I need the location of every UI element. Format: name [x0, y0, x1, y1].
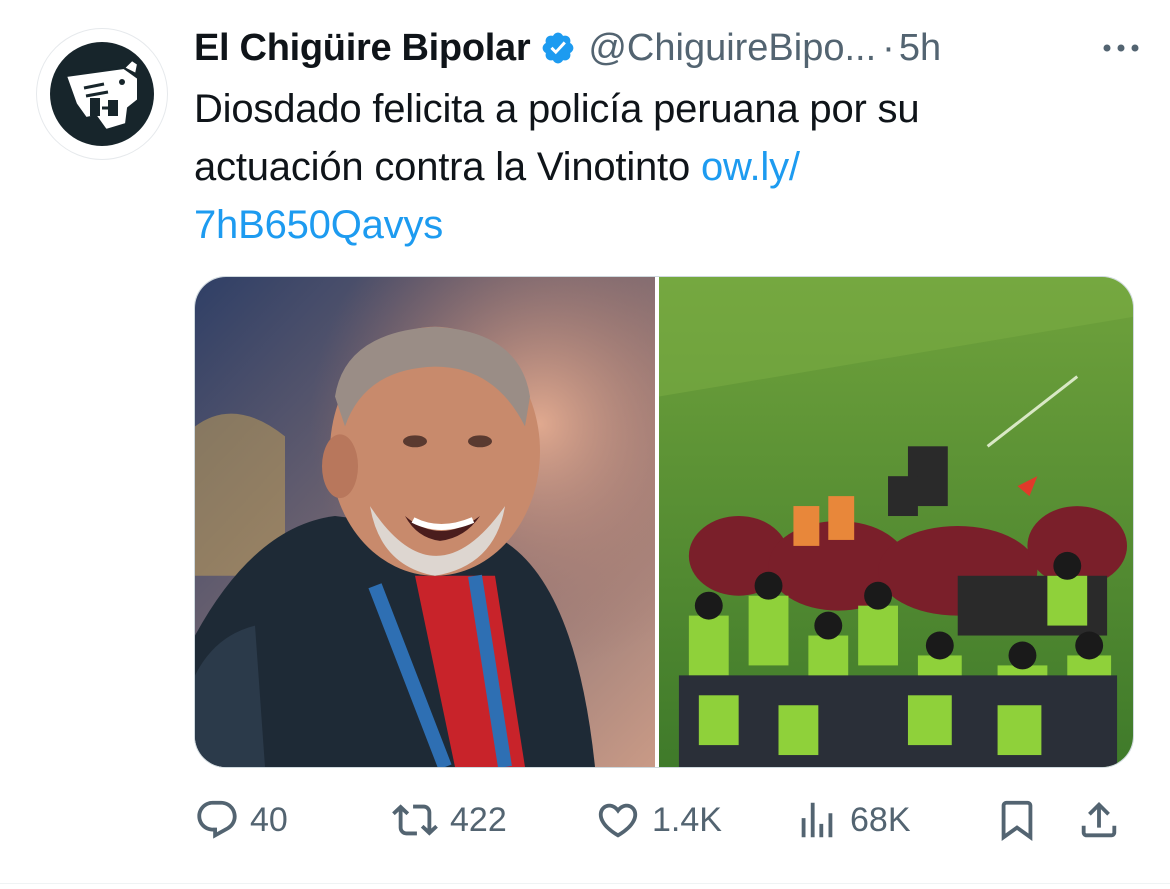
like-button[interactable]: 1.4K — [594, 790, 722, 850]
smiling-politician-photo[interactable] — [195, 277, 655, 767]
author-display-name[interactable]: El Chigüire Bipolar — [194, 27, 531, 70]
tweet-text-content: Diosdado felicita a policía peruana por … — [194, 87, 920, 189]
view-count: 68K — [850, 800, 911, 839]
heart-icon — [594, 797, 642, 843]
bookmark-icon — [994, 795, 1040, 845]
share-button[interactable] — [1076, 790, 1122, 850]
tweet[interactable]: El Chigüire Bipolar @ChiguireBipo... · 5… — [0, 0, 1170, 889]
views-button[interactable]: 68K — [794, 790, 911, 850]
reply-icon — [194, 797, 240, 843]
tweet-header: El Chigüire Bipolar @ChiguireBipo... · 5… — [194, 22, 1144, 74]
views-chart-icon — [794, 797, 840, 843]
like-count: 1.4K — [652, 800, 722, 839]
more-options-icon[interactable] — [1098, 26, 1144, 70]
author-handle[interactable]: @ChiguireBipo... — [588, 27, 876, 70]
retweet-count: 422 — [450, 800, 507, 839]
football-team-police-photo[interactable] — [659, 277, 1133, 767]
retweet-icon — [390, 797, 440, 843]
tweet-actions: 40 422 1.4K 68K — [194, 790, 1144, 850]
reply-button[interactable]: 40 — [194, 790, 288, 850]
tweet-divider — [0, 883, 1170, 884]
avatar[interactable] — [36, 28, 168, 160]
bookmark-button[interactable] — [994, 790, 1040, 850]
tweet-text: Diosdado felicita a policía peruana por … — [194, 80, 1094, 254]
share-icon — [1076, 797, 1122, 843]
retweet-button[interactable]: 422 — [390, 790, 507, 850]
separator-dot: · — [882, 26, 895, 69]
verified-badge-icon — [540, 30, 576, 66]
reply-count: 40 — [250, 800, 288, 839]
tweet-media[interactable] — [194, 276, 1134, 768]
capybara-logo-icon — [50, 42, 154, 146]
tweet-timestamp[interactable]: 5h — [899, 27, 941, 70]
